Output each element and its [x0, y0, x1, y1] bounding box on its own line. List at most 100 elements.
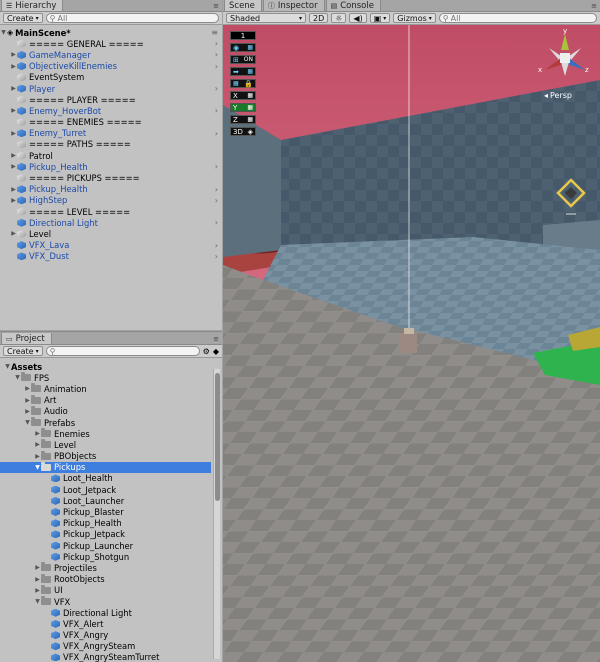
- lighting-toggle[interactable]: ☼: [331, 13, 347, 23]
- project-tree-item[interactable]: ▶ PBObjects: [0, 450, 211, 462]
- scrollbar-thumb[interactable]: [215, 373, 220, 501]
- filter-by-label-icon[interactable]: ◆: [213, 347, 219, 356]
- chevron-right-icon[interactable]: ›: [215, 241, 218, 250]
- scene-panel-menu-icon[interactable]: ≡: [591, 2, 597, 10]
- axis-z-toggle[interactable]: Z ▦: [230, 115, 256, 124]
- chevron-right-icon[interactable]: ›: [215, 62, 218, 71]
- project-tree-item[interactable]: Pickup_Blaster: [0, 506, 211, 517]
- project-tree-item[interactable]: VFX_Angry: [0, 630, 211, 641]
- expand-arrow-icon[interactable]: ▼: [14, 374, 21, 381]
- expand-arrow-icon[interactable]: ▶: [34, 564, 41, 571]
- expand-arrow-icon[interactable]: ▶: [10, 63, 17, 70]
- expand-arrow-icon[interactable]: ▶: [10, 163, 17, 170]
- project-tree-item[interactable]: ▼ Pickups: [0, 461, 211, 473]
- expand-arrow-icon[interactable]: ▶: [10, 186, 17, 193]
- project-tree-item[interactable]: VFX_Alert: [0, 618, 211, 629]
- project-tree-item[interactable]: ▼ FPS: [0, 372, 211, 383]
- tab-project[interactable]: ▭ Project: [1, 333, 52, 344]
- hierarchy-item[interactable]: EventSystem: [0, 72, 222, 83]
- project-tree-item[interactable]: ▶ UI: [0, 584, 211, 596]
- expand-arrow-icon[interactable]: ▶: [10, 152, 17, 159]
- mode-3d-toggle[interactable]: 3D ◈: [230, 127, 256, 136]
- shading-mode-dropdown[interactable]: Shaded ▾: [226, 13, 306, 23]
- create-dropdown[interactable]: Create ▾: [3, 13, 43, 23]
- hierarchy-item[interactable]: ▶ Pickup_Health ›: [0, 184, 222, 195]
- tab-hierarchy[interactable]: ☰ Hierarchy: [1, 0, 64, 11]
- project-tree-item[interactable]: Pickup_Launcher: [0, 540, 211, 551]
- move-toggle[interactable]: ➡ ▦: [230, 67, 256, 76]
- axis-y-toggle[interactable]: Y ▦: [230, 103, 256, 112]
- expand-arrow-icon[interactable]: ▶: [24, 385, 31, 392]
- tab-inspector[interactable]: ⓘ Inspector: [262, 0, 325, 11]
- player-object[interactable]: [400, 333, 417, 353]
- project-tree-item[interactable]: Pickup_Shotgun: [0, 551, 211, 562]
- panel-divider[interactable]: [0, 331, 222, 332]
- expand-arrow-icon[interactable]: ▶: [10, 197, 17, 204]
- expand-arrow-icon[interactable]: ▼: [4, 363, 11, 370]
- project-tree-item[interactable]: ▶ Projectiles: [0, 562, 211, 573]
- hierarchy-item[interactable]: ▶ Pickup_Health ›: [0, 161, 222, 172]
- hierarchy-item[interactable]: ===== LEVEL =====: [0, 206, 222, 217]
- project-tree-item[interactable]: Pickup_Health: [0, 518, 211, 529]
- hierarchy-item[interactable]: ===== GENERAL ===== ›: [0, 38, 222, 49]
- chevron-right-icon[interactable]: ›: [215, 218, 218, 227]
- orientation-gizmo[interactable]: y x z: [538, 27, 589, 90]
- snap-toggle[interactable]: ⊞ ON: [230, 55, 256, 64]
- project-tree-item[interactable]: Loot_Launcher: [0, 495, 211, 506]
- hierarchy-item[interactable]: ▶ ObjectiveKillEnemies ›: [0, 61, 222, 72]
- project-tree-item[interactable]: ▶ Art: [0, 394, 211, 406]
- hierarchy-item[interactable]: ▶ Player ›: [0, 83, 222, 94]
- layer-counter[interactable]: 1: [230, 31, 256, 40]
- hierarchy-item[interactable]: ▶ Enemy_HoverBot ›: [0, 105, 222, 116]
- expand-arrow-icon[interactable]: ▶: [34, 587, 41, 594]
- project-tree-item[interactable]: Pickup_Jetpack: [0, 529, 211, 540]
- gizmo-axis-y[interactable]: y: [563, 27, 567, 35]
- chevron-right-icon[interactable]: ›: [215, 129, 218, 138]
- project-tree-item[interactable]: Loot_Health: [0, 473, 211, 484]
- tab-scene[interactable]: Scene: [224, 0, 262, 11]
- chevron-right-icon[interactable]: ›: [215, 106, 218, 115]
- gizmo-axis-x[interactable]: x: [538, 66, 542, 74]
- hierarchy-item[interactable]: ▶ HighStep ›: [0, 195, 222, 206]
- axis-x-toggle[interactable]: X ▦: [230, 91, 256, 100]
- project-tree-item[interactable]: ▼ Prefabs: [0, 417, 211, 428]
- tab-console[interactable]: ▤ Console: [325, 0, 381, 11]
- hierarchy-search[interactable]: ⚲: [45, 13, 219, 23]
- chevron-right-icon[interactable]: ›: [215, 50, 218, 59]
- chevron-right-icon[interactable]: ›: [215, 185, 218, 194]
- project-tree-item[interactable]: Loot_Jetpack: [0, 484, 211, 495]
- expand-arrow-icon[interactable]: ▶: [34, 453, 41, 460]
- expand-arrow-icon[interactable]: ▼: [34, 598, 41, 605]
- gizmos-dropdown[interactable]: Gizmos ▾: [393, 13, 436, 23]
- project-scrollbar[interactable]: [213, 369, 220, 659]
- chevron-right-icon[interactable]: ›: [215, 252, 218, 261]
- expand-arrow-icon[interactable]: ▶: [24, 397, 31, 404]
- project-tree-item[interactable]: ▶ Level: [0, 439, 211, 450]
- expand-arrow-icon[interactable]: ▶: [10, 51, 17, 58]
- hierarchy-item[interactable]: VFX_Dust ›: [0, 251, 222, 262]
- chevron-right-icon[interactable]: ›: [215, 39, 218, 48]
- hierarchy-item[interactable]: ▶ Patrol: [0, 150, 222, 161]
- hierarchy-item[interactable]: ▶ GameManager ›: [0, 49, 222, 60]
- expand-arrow-icon[interactable]: ▼: [34, 464, 41, 471]
- chevron-right-icon[interactable]: ›: [215, 196, 218, 205]
- hierarchy-item[interactable]: ===== ENEMIES =====: [0, 117, 222, 128]
- project-search[interactable]: ⚲: [45, 346, 200, 356]
- project-tree-item[interactable]: Directional Light: [0, 607, 211, 618]
- audio-toggle[interactable]: ◀): [349, 13, 367, 23]
- hierarchy-item[interactable]: VFX_Lava ›: [0, 240, 222, 251]
- hierarchy-item[interactable]: Directional Light ›: [0, 217, 222, 228]
- scene-menu-icon[interactable]: ≡: [211, 28, 218, 37]
- perspective-label[interactable]: ◂ Persp: [544, 91, 572, 100]
- project-tree-item[interactable]: ▶ Animation: [0, 383, 211, 394]
- scene-search-input[interactable]: [450, 13, 593, 23]
- panel-menu-icon[interactable]: ≡: [213, 2, 219, 10]
- hierarchy-item[interactable]: ▶ Enemy_Turret ›: [0, 128, 222, 139]
- filter-by-type-icon[interactable]: ⚙: [203, 347, 210, 356]
- expand-arrow-icon[interactable]: ▼: [24, 419, 31, 426]
- chevron-right-icon[interactable]: ›: [215, 84, 218, 93]
- project-create-dropdown[interactable]: Create ▾: [3, 346, 43, 356]
- expand-arrow-icon[interactable]: ▶: [10, 230, 17, 237]
- scene-root-row[interactable]: ▼ ◈ MainScene* ≡: [0, 27, 222, 38]
- expand-arrow-icon[interactable]: ▼: [0, 29, 7, 36]
